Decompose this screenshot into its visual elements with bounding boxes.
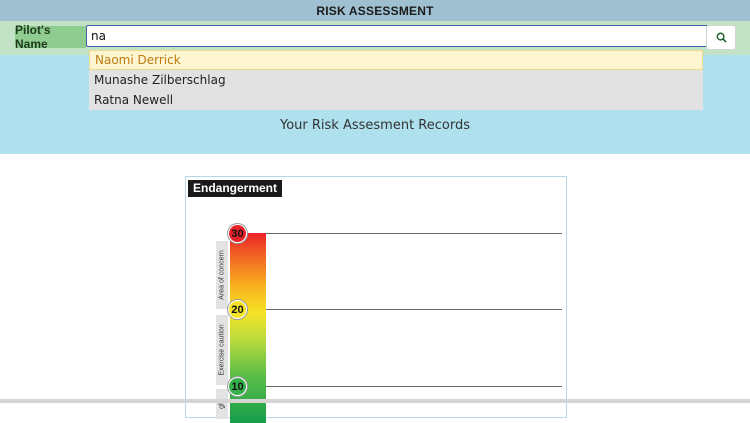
pilot-name-label: Pilot's Name (15, 23, 86, 51)
pilot-name-input[interactable] (86, 25, 708, 47)
chart-title: Endangerment (188, 180, 283, 197)
level-line (266, 233, 562, 234)
suggestion-item[interactable]: Naomi Derrick (89, 50, 703, 70)
search-icon (716, 32, 727, 43)
level-marker: 30 (228, 224, 247, 243)
app-title-bar: RISK ASSESSMENT (0, 0, 750, 21)
search-button[interactable] (706, 25, 736, 50)
level-line (266, 386, 562, 387)
zone-label-text: Area of concern (218, 250, 226, 300)
endangerment-chart: Endangerment Area of concern Exercise ca… (185, 176, 567, 423)
level-marker: 20 (228, 300, 247, 319)
window-bottom-edge (0, 399, 750, 403)
level-marker: 10 (228, 377, 247, 396)
zone-label-exercise-caution: Exercise caution (216, 315, 228, 385)
suggestion-item[interactable]: Ratna Newell (89, 90, 703, 110)
zone-label-text: Exercise caution (218, 324, 226, 376)
records-heading: Your Risk Assesment Records (280, 118, 470, 133)
zone-label-area-of-concern: Area of concern (216, 241, 228, 309)
level-line (266, 309, 562, 310)
suggestion-item[interactable]: Munashe Zilberschlag (89, 70, 703, 90)
zone-label-partial: ght (216, 389, 228, 419)
page-title: RISK ASSESSMENT (316, 3, 434, 18)
autocomplete-dropdown: Naomi Derrick Munashe Zilberschlag Ratna… (89, 50, 703, 110)
